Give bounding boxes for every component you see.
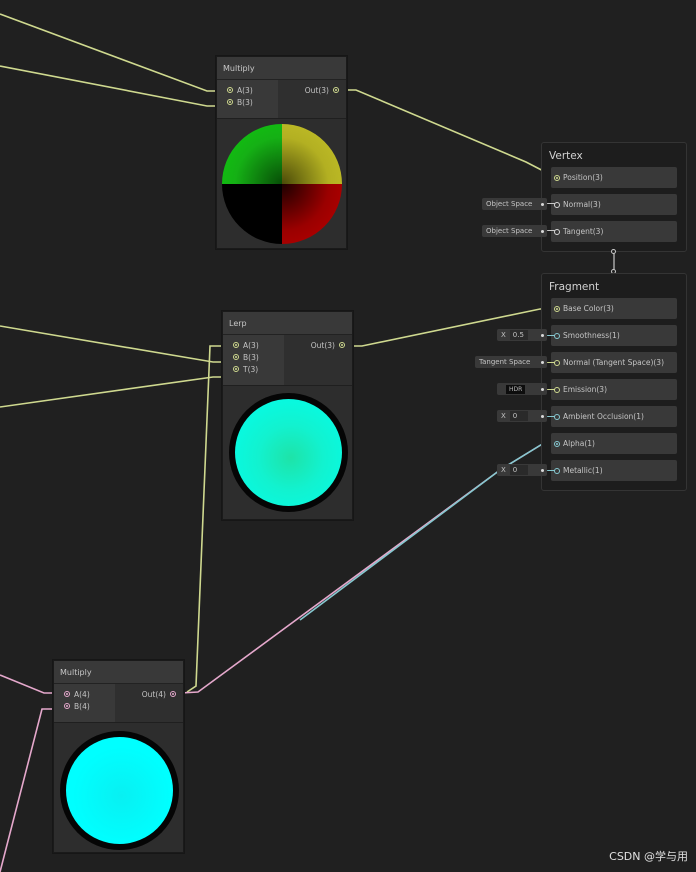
input-port-a[interactable]: A(3) — [223, 339, 284, 351]
wire-multiply-to-lerp-b — [186, 345, 224, 693]
smoothness-value[interactable]: 0.5 — [509, 330, 528, 340]
wire-to-lerp-a — [0, 325, 224, 363]
input-port-b[interactable]: B(3) — [223, 351, 284, 363]
block-title: Vertex — [549, 150, 583, 162]
slot-normal[interactable]: Normal(3) — [551, 194, 677, 215]
input-port-b[interactable]: B(3) — [217, 96, 278, 108]
slot-ambient-occlusion[interactable]: Ambient Occlusion(1) — [551, 406, 677, 427]
wire-to-lerp-t — [0, 376, 224, 408]
metallic-value[interactable]: 0 — [509, 465, 528, 475]
port-dot-icon[interactable] — [339, 342, 345, 348]
port-dot-icon[interactable] — [227, 87, 233, 93]
output-port-out[interactable]: Out(3) — [284, 339, 352, 351]
field-wire-stub — [547, 389, 555, 390]
field-wire-stub — [547, 203, 555, 204]
slot-alpha[interactable]: Alpha(1) — [551, 433, 677, 454]
port-dot-icon[interactable] — [233, 366, 239, 372]
vertex-block[interactable]: Vertex Position(3) Normal(3) Tangent(3) — [541, 142, 687, 252]
normal-space-field[interactable]: Tangent Space — [475, 356, 547, 368]
port-dot-icon[interactable] — [333, 87, 339, 93]
preview-sphere — [229, 393, 348, 512]
watermark: CSDN @学与用 — [609, 850, 688, 863]
output-ports: Out(3) — [284, 335, 352, 385]
output-ports: Out(3) — [278, 80, 346, 118]
input-ports: A(4) B(4) — [54, 684, 115, 722]
port-dot-icon[interactable] — [554, 440, 560, 447]
slot-metallic[interactable]: Metallic(1) — [551, 460, 677, 481]
slot-base-color[interactable]: Base Color(3) — [551, 298, 677, 319]
slot-smoothness[interactable]: Smoothness(1) — [551, 325, 677, 346]
node-title: Lerp — [223, 312, 352, 335]
connector-knob-icon — [541, 387, 544, 391]
tangent-space-field[interactable]: Object Space — [482, 225, 547, 237]
multiply-node-bottom[interactable]: Multiply A(4) B(4) Out(4) — [53, 660, 184, 853]
node-preview — [217, 118, 346, 248]
preview-sphere — [60, 731, 179, 850]
wire-to-multiply-bottom-a — [0, 674, 57, 694]
port-dot-icon[interactable] — [170, 691, 176, 697]
port-dot-icon[interactable] — [64, 703, 70, 709]
wire-to-multiply-bottom-b — [0, 708, 57, 872]
preview-sphere — [222, 124, 342, 244]
node-preview — [54, 722, 183, 852]
ambient-occlusion-value[interactable]: 0 — [509, 411, 528, 421]
slot-position[interactable]: Position(3) — [551, 167, 677, 188]
port-dot-icon[interactable] — [233, 354, 239, 360]
field-wire-stub — [547, 230, 555, 231]
field-wire-stub — [547, 416, 555, 417]
slot-emission[interactable]: Emission(3) — [551, 379, 677, 400]
block-link-top-icon[interactable] — [611, 249, 616, 254]
fragment-block[interactable]: Fragment Base Color(3) Smoothness(1) Nor… — [541, 273, 687, 491]
input-port-t[interactable]: T(3) — [223, 363, 284, 375]
wire-to-multiply-a — [0, 13, 218, 92]
input-port-a[interactable]: A(4) — [54, 688, 115, 700]
block-title: Fragment — [549, 281, 600, 293]
connector-knob-icon — [541, 414, 544, 418]
connector-knob-icon — [541, 360, 544, 364]
output-port-out[interactable]: Out(4) — [115, 688, 183, 700]
multiply-node-top[interactable]: Multiply A(3) B(3) Out(3) — [216, 56, 347, 249]
field-wire-stub — [547, 362, 555, 363]
input-port-a[interactable]: A(3) — [217, 84, 278, 96]
node-title: Multiply — [217, 57, 346, 80]
connector-knob-icon — [541, 229, 544, 233]
field-wire-stub — [547, 470, 555, 471]
emission-color-field[interactable]: HDR — [497, 383, 547, 395]
node-title: Multiply — [54, 661, 183, 684]
wire-multiply-to-position — [344, 89, 556, 178]
slot-tangent[interactable]: Tangent(3) — [551, 221, 677, 242]
port-dot-icon[interactable] — [554, 174, 560, 181]
metallic-field[interactable]: X0 — [497, 464, 547, 476]
field-wire-stub — [547, 335, 555, 336]
output-port-out[interactable]: Out(3) — [278, 84, 346, 96]
port-dot-icon[interactable] — [227, 99, 233, 105]
input-ports: A(3) B(3) T(3) — [223, 335, 284, 385]
output-ports: Out(4) — [115, 684, 183, 722]
connector-knob-icon — [541, 468, 544, 472]
port-dot-icon[interactable] — [64, 691, 70, 697]
node-preview — [223, 385, 352, 519]
port-dot-icon[interactable] — [233, 342, 239, 348]
lerp-node[interactable]: Lerp A(3) B(3) T(3) Out(3) — [222, 311, 353, 520]
input-port-b[interactable]: B(4) — [54, 700, 115, 712]
port-dot-icon[interactable] — [554, 305, 560, 312]
slot-normal-tangent[interactable]: Normal (Tangent Space)(3) — [551, 352, 677, 373]
smoothness-field[interactable]: X 0.5 — [497, 329, 547, 341]
shader-graph-canvas[interactable]: Multiply A(3) B(3) Out(3) Lerp A(3) B(3)… — [0, 0, 696, 872]
hdr-color-swatch[interactable]: HDR — [506, 384, 526, 394]
wire-to-multiply-b — [0, 65, 218, 107]
input-ports: A(3) B(3) — [217, 80, 278, 118]
connector-knob-icon — [541, 202, 544, 206]
normal-space-field[interactable]: Object Space — [482, 198, 547, 210]
ambient-occlusion-field[interactable]: X0 — [497, 410, 547, 422]
connector-knob-icon — [541, 333, 544, 337]
